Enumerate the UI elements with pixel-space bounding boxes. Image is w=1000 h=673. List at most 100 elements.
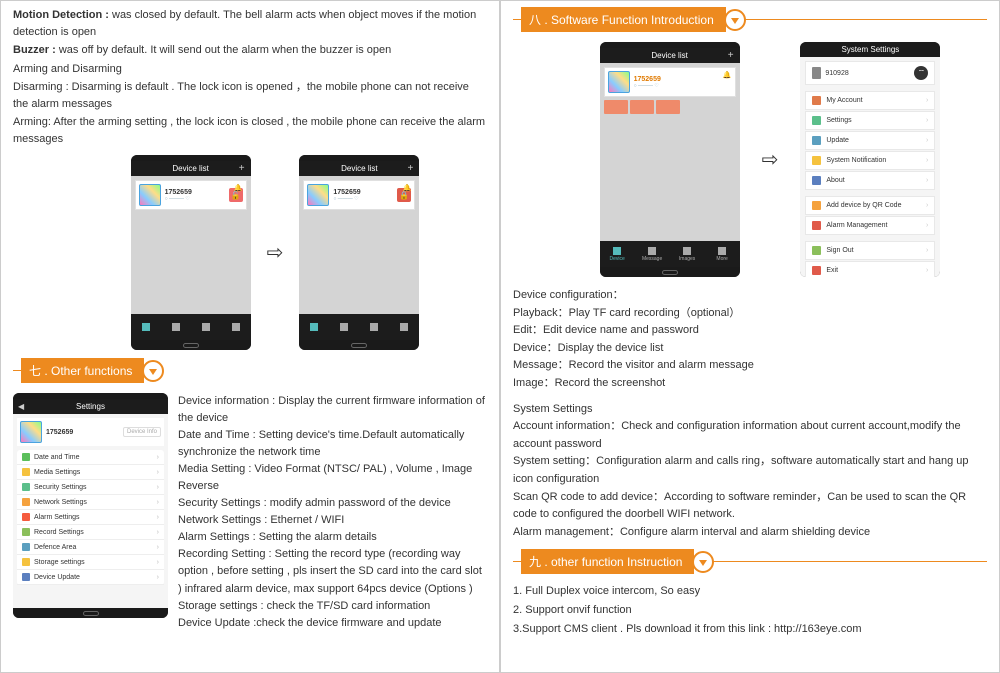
- back-icon: ◀: [18, 402, 24, 411]
- chevron-right-icon: ›: [926, 267, 928, 274]
- system-list-2: Add device by QR Code › Alarm Management ›: [805, 196, 935, 235]
- chevron-right-icon: ›: [926, 202, 928, 209]
- chevron-right-icon: ›: [157, 544, 159, 551]
- user-id: 910928: [825, 70, 848, 77]
- system-item-icon: [812, 96, 821, 105]
- settings-item-label: Storage settings: [34, 559, 85, 566]
- section-7-header: 七 . Other functions: [13, 358, 487, 383]
- phone-title: Device list +: [600, 48, 740, 63]
- system-item-label: Add device by QR Code: [826, 202, 901, 209]
- settings-item-label: Media Settings: [34, 469, 80, 476]
- tab-more: More: [705, 241, 740, 267]
- action-button: [604, 100, 628, 114]
- chevron-right-icon: ›: [926, 137, 928, 144]
- desc-storage: Storage settings : check the TF/SD card …: [178, 598, 487, 615]
- settings-item: Media Settings ›: [17, 465, 164, 480]
- settings-descriptions: Device information : Display the current…: [178, 393, 487, 632]
- settings-item-icon: [22, 483, 30, 491]
- settings-item-icon: [22, 513, 30, 521]
- section-8-title: 八 . Software Function Introduction: [521, 7, 726, 32]
- tab-icon: [683, 247, 691, 255]
- arrow-right-icon: ⇨: [762, 147, 779, 172]
- chevron-right-icon: ›: [157, 559, 159, 566]
- tab-device: Device: [600, 241, 635, 267]
- desc-playback: Playback：Play TF card recording（optional…: [513, 305, 987, 323]
- system-item: Update ›: [805, 131, 935, 150]
- settings-item: Security Settings ›: [17, 480, 164, 495]
- device-id: 1752659: [634, 76, 732, 83]
- settings-item: Record Settings›: [17, 525, 164, 540]
- settings-item-label: Security Settings: [34, 484, 87, 491]
- list-item-1: 1. Full Duplex voice intercom, So easy: [513, 582, 987, 601]
- motion-label: Motion Detection :: [13, 9, 109, 21]
- device-id: 1752659: [165, 189, 225, 196]
- tab-label: Images: [679, 256, 695, 262]
- chevron-right-icon: ›: [157, 484, 159, 491]
- chevron-right-icon: ›: [157, 469, 159, 476]
- desc-system: System setting：Configuration alarm and c…: [513, 453, 987, 488]
- card-action-row: [604, 100, 736, 114]
- phones-row-left: Device list + 1752659 ○ ――― ♡ 🔓 🔔: [63, 155, 487, 350]
- settings-list: Date and Time›Media Settings›Security Se…: [17, 450, 164, 585]
- bell-icon: 🔔: [723, 71, 732, 79]
- tab-icon: [648, 247, 656, 255]
- right-column: 八 . Software Function Introduction Devic…: [500, 0, 1000, 673]
- phone-icon: [812, 67, 821, 79]
- tab-icon: [613, 247, 621, 255]
- system-item: Settings›: [805, 111, 935, 130]
- desc-media: Media Setting : Video Format (NTSC/ PAL)…: [178, 461, 487, 495]
- phone-title: System Settings: [800, 42, 940, 57]
- device-header: 1752659 Device Info: [17, 418, 164, 446]
- other-function-list: 1. Full Duplex voice intercom, So easy 2…: [513, 582, 987, 638]
- buzzer-text: Buzzer : was off by default. It will sen…: [13, 42, 487, 59]
- settings-item: Network Settings›: [17, 495, 164, 510]
- buzzer-label: Buzzer :: [13, 44, 56, 56]
- list-item-3: 3.Support CMS client . Pls download it f…: [513, 620, 987, 639]
- system-item: System Notification›: [805, 151, 935, 170]
- desc-alarm: Alarm Settings : Setting the alarm detai…: [178, 529, 487, 546]
- system-item-icon: [812, 116, 821, 125]
- desc-network: Network Settings : Ethernet / WIFI: [178, 512, 487, 529]
- phone-tabbar: Device Message Images More: [600, 241, 740, 267]
- settings-phone: ◀ Settings 1752659 Device Info Date and …: [13, 393, 168, 618]
- system-item: Sign Out›: [805, 241, 935, 260]
- settings-item-label: Date and Time: [34, 454, 80, 461]
- system-item-icon: [812, 246, 821, 255]
- system-item-label: Exit: [826, 267, 838, 274]
- desc-qr: Scan QR code to add device：According to …: [513, 489, 987, 524]
- section-9-header: 九 . other function Instruction: [513, 549, 987, 574]
- account-header: 910928 ⌔: [805, 61, 935, 85]
- add-icon: +: [239, 163, 245, 174]
- device-thumbnail: [608, 71, 630, 93]
- down-arrow-icon: [692, 551, 714, 573]
- left-column: Motion Detection : was closed by default…: [0, 0, 500, 673]
- chevron-right-icon: ›: [157, 454, 159, 461]
- settings-item-label: Alarm Settings: [34, 514, 80, 521]
- system-item-label: Sign Out: [826, 247, 853, 254]
- tab-label: Message: [642, 256, 662, 262]
- chevron-right-icon: ›: [157, 514, 159, 521]
- section-8-header: 八 . Software Function Introduction: [513, 7, 987, 32]
- tab-label: Device: [609, 256, 624, 262]
- settings-item-icon: [22, 498, 30, 506]
- system-item-label: Update: [826, 137, 849, 144]
- phone-armed: Device list + 1752659 ○ ――― ♡ 🔒 🔔: [299, 155, 419, 350]
- section-9-title: 九 . other function Instruction: [521, 549, 694, 574]
- chevron-right-icon: ›: [926, 222, 928, 229]
- system-settings-heading: System Settings: [513, 401, 987, 419]
- system-item-label: Settings: [826, 117, 851, 124]
- system-item: Add device by QR Code ›: [805, 196, 935, 215]
- desc-device-info: Device information : Display the current…: [178, 393, 487, 427]
- system-item-icon: [812, 156, 821, 165]
- arming-text: Arming: After the arming setting , the l…: [13, 114, 487, 147]
- system-item-label: Alarm Management: [826, 222, 887, 229]
- desc-security: Security Settings : modify admin passwor…: [178, 495, 487, 512]
- system-item: About›: [805, 171, 935, 190]
- chevron-right-icon: ›: [926, 157, 928, 164]
- desc-account: Account information：Check and configurat…: [513, 418, 987, 453]
- wifi-icon: ⌔: [914, 66, 928, 80]
- tab-message: Message: [635, 241, 670, 267]
- arming-heading: Arming and Disarming: [13, 61, 487, 78]
- phone-title: Device list +: [299, 161, 419, 176]
- tab-label: More: [716, 256, 727, 262]
